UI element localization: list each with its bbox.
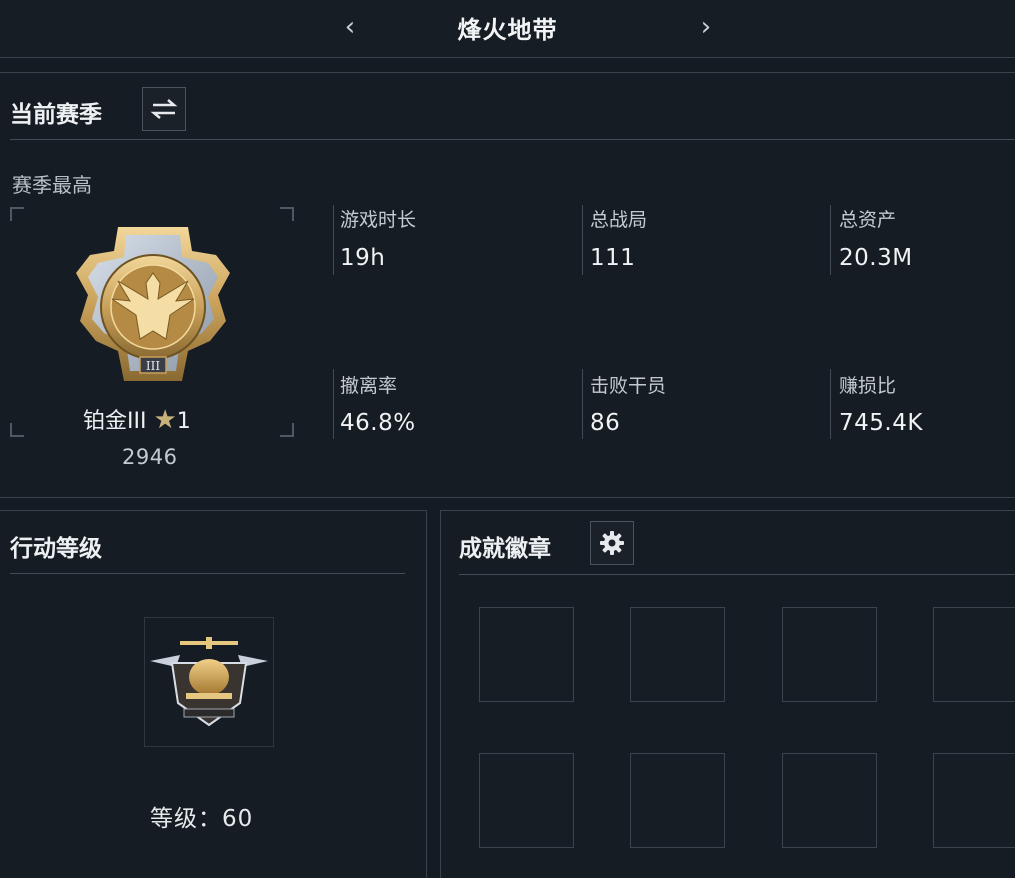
- operation-level: 等级：60: [150, 799, 253, 833]
- badge-slot[interactable]: [782, 753, 877, 848]
- divider: [10, 573, 405, 574]
- gear-icon: [600, 531, 624, 555]
- badge-slot[interactable]: [479, 753, 574, 848]
- stat-value-kills: 86: [590, 410, 621, 436]
- eagle-rank-emblem: III: [76, 227, 230, 381]
- stat-label-matches: 总战局: [590, 209, 648, 231]
- top-bar: ‹ 烽火地带 ›: [0, 0, 1015, 58]
- level-label: 等级：: [150, 806, 222, 832]
- stat-value-profit-ratio: 745.4K: [839, 410, 923, 436]
- badge-slot[interactable]: [479, 607, 574, 702]
- badge-slot[interactable]: [630, 753, 725, 848]
- stat-label-assets: 总资产: [839, 209, 897, 231]
- stat-label-playtime: 游戏时长: [340, 209, 417, 231]
- divider: [459, 574, 1015, 575]
- stat-label-kills: 击败干员: [590, 375, 667, 397]
- badge-slot[interactable]: [933, 753, 1015, 848]
- stat-divider: [582, 205, 583, 275]
- divider: [10, 139, 1015, 140]
- stat-value-extract-rate: 46.8%: [340, 410, 416, 436]
- helicopter-emblem: [150, 637, 268, 727]
- frame-corner: [280, 423, 294, 437]
- badge-slot[interactable]: [782, 607, 877, 702]
- star-icon: ★: [153, 405, 177, 435]
- mode-title: 烽火地带: [457, 16, 558, 44]
- svg-text:III: III: [146, 359, 160, 373]
- level-value: 60: [222, 806, 254, 832]
- switch-season-button[interactable]: [142, 87, 186, 131]
- operation-level-panel: 行动等级 等级：60: [0, 510, 427, 878]
- swap-icon: [150, 99, 178, 119]
- achievement-panel: 成就徽章: [440, 510, 1015, 878]
- stat-divider: [333, 369, 334, 439]
- next-mode-button[interactable]: ›: [691, 12, 721, 42]
- rank-name-text: 铂金III: [83, 409, 147, 434]
- stat-value-assets: 20.3M: [839, 245, 913, 271]
- section-title-achievements: 成就徽章: [459, 536, 551, 562]
- section-title-current-season: 当前赛季: [10, 102, 102, 128]
- achievement-settings-button[interactable]: [590, 521, 634, 565]
- badge-slot[interactable]: [933, 607, 1015, 702]
- frame-corner: [10, 423, 24, 437]
- stat-divider: [830, 205, 831, 275]
- stat-label-extract-rate: 撤离率: [340, 375, 398, 397]
- section-title-operation-level: 行动等级: [10, 536, 102, 562]
- stat-divider: [333, 205, 334, 275]
- season-panel: 当前赛季 赛季最高 III 铂金III ★1 2946 游戏时长 19h 总战局…: [0, 72, 1015, 498]
- badge-slot[interactable]: [630, 607, 725, 702]
- stat-label-profit-ratio: 赚损比: [839, 375, 897, 397]
- stat-value-playtime: 19h: [340, 245, 386, 271]
- stat-divider: [582, 369, 583, 439]
- rank-name: 铂金III ★1: [83, 403, 191, 435]
- rank-stars: 1: [176, 409, 191, 434]
- rank-score: 2946: [122, 445, 178, 469]
- stat-divider: [830, 369, 831, 439]
- frame-corner: [10, 207, 24, 221]
- frame-corner: [280, 207, 294, 221]
- season-best-label: 赛季最高: [12, 173, 92, 197]
- stat-value-matches: 111: [590, 245, 636, 271]
